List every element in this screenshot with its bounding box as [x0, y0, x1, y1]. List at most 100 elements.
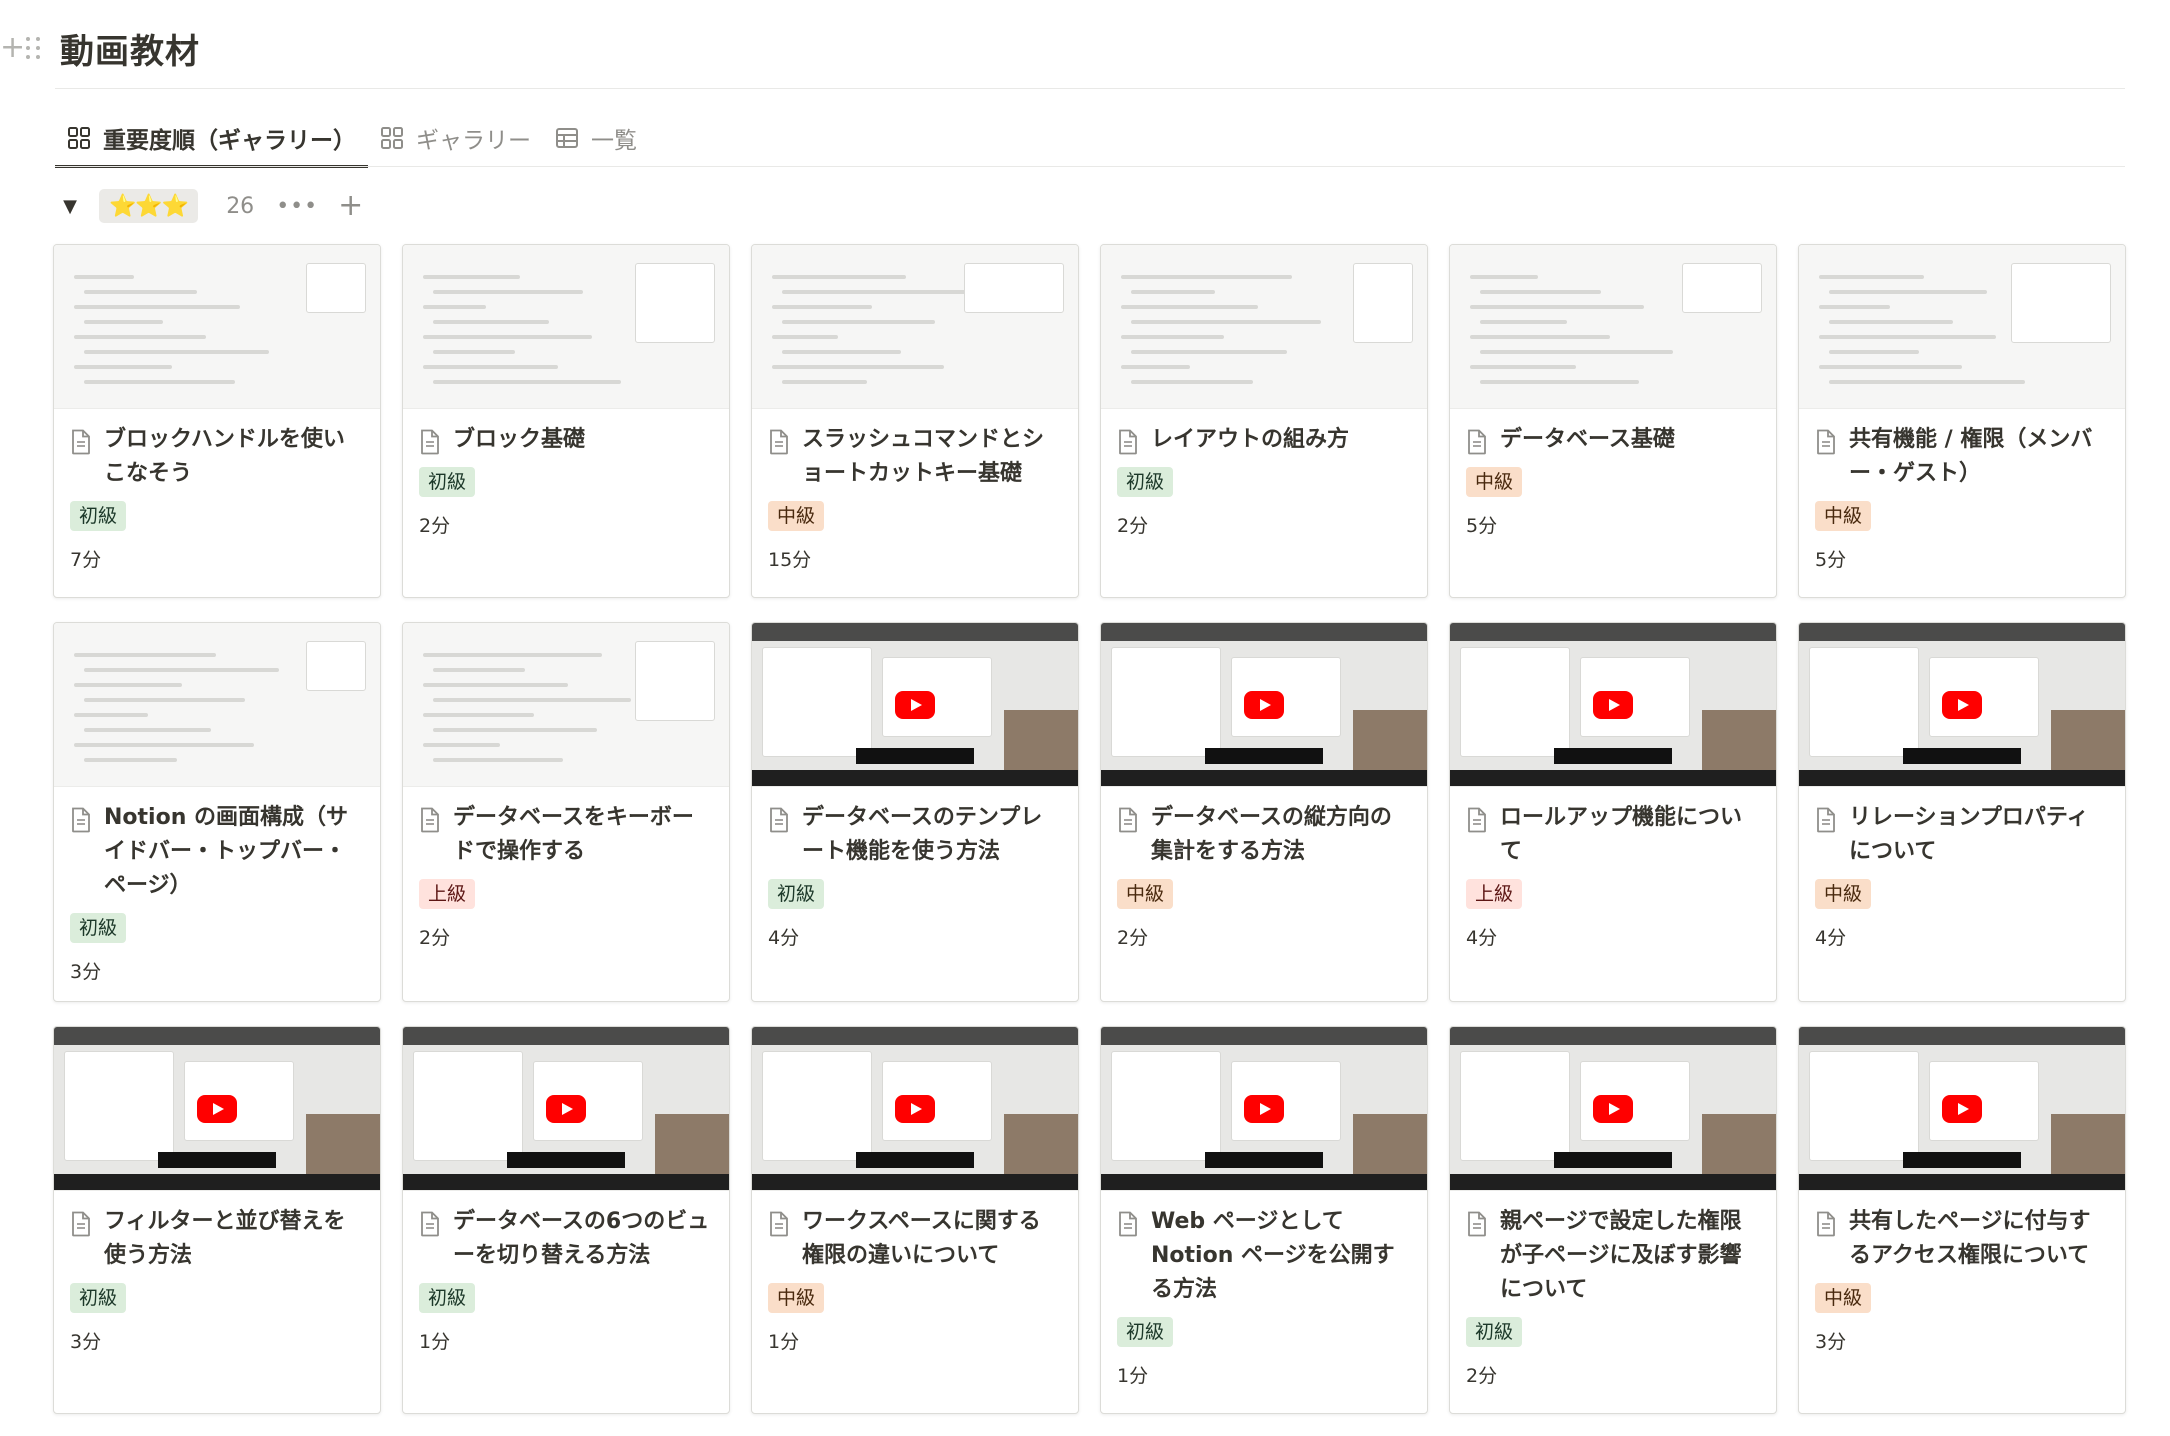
card-title: Web ページとして Notion ページを公開する方法 [1151, 1209, 1395, 1302]
page-icon [1468, 429, 1486, 455]
table-icon [556, 128, 578, 148]
card-title: データベース基礎 [1500, 427, 1675, 452]
gallery-card[interactable]: 親ページで設定した権限が子ページに及ぼす影響について 初級 2分 [1449, 1026, 1777, 1414]
notion-page: + 動画教材 重要度順（ギャラリー） ギャラリー 一覧 ▼ ⭐⭐⭐ 26 •••… [0, 0, 2170, 1436]
group-header: ▼ ⭐⭐⭐ 26 ••• + [55, 186, 363, 226]
card-title: レイアウトの組み方 [1151, 427, 1350, 452]
page-icon [1468, 1211, 1486, 1237]
level-tag: 初級 [419, 467, 476, 497]
gallery-card[interactable]: 共有したページに付与するアクセス権限について 中級 3分 [1798, 1026, 2126, 1414]
video-thumbnail [1101, 623, 1427, 787]
gallery-card[interactable]: データベース基礎 中級 5分 [1449, 244, 1777, 598]
duration: 5分 [1466, 515, 1498, 537]
tab-label: 一覧 [591, 128, 637, 154]
card-title: データベースの6つのビューを切り替える方法 [453, 1209, 710, 1268]
level-tag: 初級 [1117, 467, 1174, 497]
card-title: データベースの縦方向の集計をする方法 [1151, 805, 1392, 864]
view-tabs: 重要度順（ギャラリー） ギャラリー 一覧 [55, 110, 649, 168]
level-tag: 中級 [1117, 879, 1174, 909]
gallery-card[interactable]: Web ページとして Notion ページを公開する方法 初級 1分 [1100, 1026, 1428, 1414]
page-icon [72, 429, 90, 455]
duration: 15分 [768, 549, 812, 571]
page-icon [1817, 807, 1835, 833]
gallery-card[interactable]: データベースのテンプレート機能を使う方法 初級 4分 [751, 622, 1079, 1002]
video-thumbnail [1450, 1027, 1776, 1191]
gallery-card[interactable]: ワークスペースに関する権限の違いについて 中級 1分 [751, 1026, 1079, 1414]
duration: 4分 [1466, 927, 1498, 949]
card-title-row: データベースをキーボードで操作する [419, 801, 713, 869]
youtube-play-icon [1244, 690, 1284, 719]
gallery-card[interactable]: リレーションプロパティについて中級 4分 [1798, 622, 2126, 1002]
card-title: ワークスペースに関する権限の違いについて [802, 1209, 1041, 1268]
duration: 2分 [419, 515, 451, 537]
card-title-row: データベース基礎 [1466, 423, 1760, 457]
page-icon [421, 807, 439, 833]
card-title-row: Web ページとして Notion ページを公開する方法 [1117, 1205, 1411, 1307]
tab-label: ギャラリー [416, 128, 531, 154]
level-tag: 中級 [1815, 879, 1872, 909]
card-title-row: フィルターと並び替えを使う方法 [70, 1205, 364, 1273]
gallery-card[interactable]: Notion の画面構成（サイドバー・トップバー・ページ） 初級 3分 [53, 622, 381, 1002]
page-preview [403, 245, 729, 409]
gallery-card[interactable]: ブロック基礎初級 2分 [402, 244, 730, 598]
level-tag: 初級 [1117, 1317, 1174, 1347]
duration: 4分 [768, 927, 800, 949]
page-preview [1101, 245, 1427, 409]
gallery-card[interactable]: 共有機能 / 権限（メンバー・ゲスト） 中級 5分 [1798, 244, 2126, 598]
page-preview [752, 245, 1078, 409]
gallery-card[interactable]: データベースをキーボードで操作する 上級 2分 [402, 622, 730, 1002]
page-preview [54, 245, 380, 409]
video-thumbnail [1101, 1027, 1427, 1191]
page-icon [1119, 429, 1137, 455]
card-title: リレーションプロパティについて [1849, 805, 2089, 864]
duration: 5分 [1815, 549, 1847, 571]
page-icon [770, 1211, 788, 1237]
gallery-card[interactable]: レイアウトの組み方初級 2分 [1100, 244, 1428, 598]
divider [55, 88, 2125, 89]
card-title: 共有機能 / 権限（メンバー・ゲスト） [1849, 427, 2093, 486]
video-thumbnail [1799, 1027, 2125, 1191]
page-preview [54, 623, 380, 787]
page-icon [1119, 807, 1137, 833]
tab-priority-gallery[interactable]: 重要度順（ギャラリー） [55, 110, 368, 168]
drag-handle-icon[interactable] [26, 37, 48, 59]
database-header: + 動画教材 [0, 22, 200, 74]
tab-label: 重要度順（ギャラリー） [103, 128, 356, 154]
gallery-card[interactable]: ロールアップ機能について 上級 4分 [1449, 622, 1777, 1002]
gallery-card[interactable]: データベースの6つのビューを切り替える方法 初級 1分 [402, 1026, 730, 1414]
tab-gallery[interactable]: ギャラリー [368, 110, 543, 166]
youtube-play-icon [197, 1094, 237, 1123]
gallery-card[interactable]: スラッシュコマンドとショートカットキー基礎 中級 15分 [751, 244, 1079, 598]
page-icon [72, 1211, 90, 1237]
card-title-row: ブロックハンドルを使いこなそう [70, 423, 364, 491]
gallery-card[interactable]: ブロックハンドルを使いこなそう 初級 7分 [53, 244, 381, 598]
duration: 1分 [768, 1331, 800, 1353]
video-thumbnail [1799, 623, 2125, 787]
level-tag: 初級 [419, 1283, 476, 1313]
level-tag: 中級 [1815, 1283, 1872, 1313]
video-thumbnail [752, 1027, 1078, 1191]
page-icon [770, 429, 788, 455]
collapse-caret-icon[interactable]: ▼ [55, 196, 85, 217]
database-title[interactable]: 動画教材 [60, 24, 200, 73]
more-icon[interactable]: ••• [276, 194, 318, 219]
page-icon [770, 807, 788, 833]
duration: 2分 [1117, 515, 1149, 537]
card-title-row: リレーションプロパティについて [1815, 801, 2109, 869]
card-title-row: ロールアップ機能について [1466, 801, 1760, 869]
add-item-icon[interactable]: + [338, 191, 363, 221]
page-icon [1119, 1211, 1137, 1237]
gallery-card[interactable]: フィルターと並び替えを使う方法 初級 3分 [53, 1026, 381, 1414]
level-tag: 初級 [1466, 1317, 1523, 1347]
card-title: ブロック基礎 [453, 427, 586, 452]
gallery-card[interactable]: データベースの縦方向の集計をする方法 中級 2分 [1100, 622, 1428, 1002]
duration: 4分 [1815, 927, 1847, 949]
card-title: 親ページで設定した権限が子ページに及ぼす影響について [1500, 1209, 1742, 1302]
add-block-icon[interactable]: + [0, 33, 25, 63]
gallery-icon [68, 127, 90, 149]
card-title: ロールアップ機能について [1500, 805, 1743, 864]
card-title: ブロックハンドルを使いこなそう [104, 427, 345, 486]
youtube-play-icon [546, 1094, 586, 1123]
tab-list[interactable]: 一覧 [543, 110, 649, 166]
page-preview [1799, 245, 2125, 409]
